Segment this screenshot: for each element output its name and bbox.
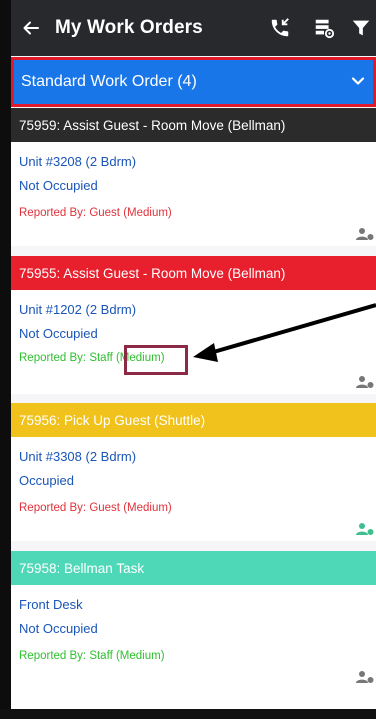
work-order-card[interactable]: Unit #3308 (2 Bdrm) Occupied Reported By…	[11, 437, 376, 541]
arrow-left-icon	[23, 21, 39, 35]
assign-user-icon[interactable]	[356, 375, 374, 389]
unit-label: Unit #3308 (2 Bdrm)	[19, 449, 137, 464]
device-frame-edge	[0, 0, 11, 719]
work-order-card[interactable]: Unit #1202 (2 Bdrm) Not Occupied Reporte…	[11, 290, 376, 394]
work-order-header[interactable]: 75958: Bellman Task	[11, 551, 376, 585]
work-order-group-toggle[interactable]: Standard Work Order (4)	[11, 57, 376, 107]
priority-label: (Medium)	[123, 502, 172, 514]
phone-callback-icon	[271, 18, 289, 37]
assign-user-icon[interactable]	[356, 522, 374, 536]
reported-by-label: Reported By: Guest	[19, 207, 120, 219]
work-order-title: 75955: Assist Guest - Room Move (Bellman…	[19, 265, 286, 281]
unit-label: Unit #3208 (2 Bdrm)	[19, 154, 137, 169]
chevron-down-icon	[351, 77, 365, 85]
group-label: Standard Work Order (4)	[21, 73, 197, 90]
filter-button[interactable]	[346, 0, 376, 56]
work-order-header[interactable]: 75959: Assist Guest - Room Move (Bellman…	[11, 108, 376, 142]
unit-label: Front Desk	[19, 597, 83, 612]
work-order-card[interactable]: Front Desk Not Occupied Reported By: Sta…	[11, 585, 376, 709]
work-order-title: 75958: Bellman Task	[19, 560, 145, 576]
back-button[interactable]	[11, 19, 51, 37]
device-frame-bottom	[0, 709, 376, 719]
work-order-card[interactable]: Unit #3208 (2 Bdrm) Not Occupied Reporte…	[11, 142, 376, 246]
work-orders-screen: My Work Orders Standard Work Order (4) 7…	[0, 0, 376, 719]
occupancy-status: Not Occupied	[19, 178, 98, 193]
page-title: My Work Orders	[55, 17, 203, 38]
occupancy-status: Not Occupied	[19, 621, 98, 636]
priority-label: (Medium)	[115, 650, 165, 662]
priority-label: (Medium)	[123, 207, 172, 219]
reported-by: Reported By: Guest (Medium)	[19, 207, 172, 219]
occupancy-status: Not Occupied	[19, 326, 98, 341]
work-order-title: 75959: Assist Guest - Room Move (Bellman…	[19, 117, 286, 133]
work-order-title: 75956: Pick Up Guest (Shuttle)	[19, 412, 206, 428]
work-order-header[interactable]: 75956: Pick Up Guest (Shuttle)	[11, 403, 376, 437]
occupancy-status: Occupied	[19, 473, 74, 488]
filter-icon	[352, 20, 370, 36]
unit-label: Unit #1202 (2 Bdrm)	[19, 302, 137, 317]
reported-by-label: Reported By: Staff	[19, 650, 113, 662]
call-log-button[interactable]	[258, 0, 302, 56]
reported-by-label: Reported By: Guest	[19, 502, 120, 514]
reported-by: Reported By: Guest (Medium)	[19, 502, 172, 514]
priority-highlight-box	[124, 345, 188, 375]
assign-user-icon[interactable]	[356, 670, 374, 684]
server-settings-button[interactable]	[302, 0, 346, 56]
app-bar: My Work Orders	[11, 0, 376, 56]
reported-by-label: Reported By: Staff	[19, 352, 113, 364]
reported-by: Reported By: Staff (Medium)	[19, 650, 165, 662]
work-order-header[interactable]: 75955: Assist Guest - Room Move (Bellman…	[11, 256, 376, 290]
server-settings-icon	[315, 19, 335, 39]
assign-user-icon[interactable]	[356, 227, 374, 241]
